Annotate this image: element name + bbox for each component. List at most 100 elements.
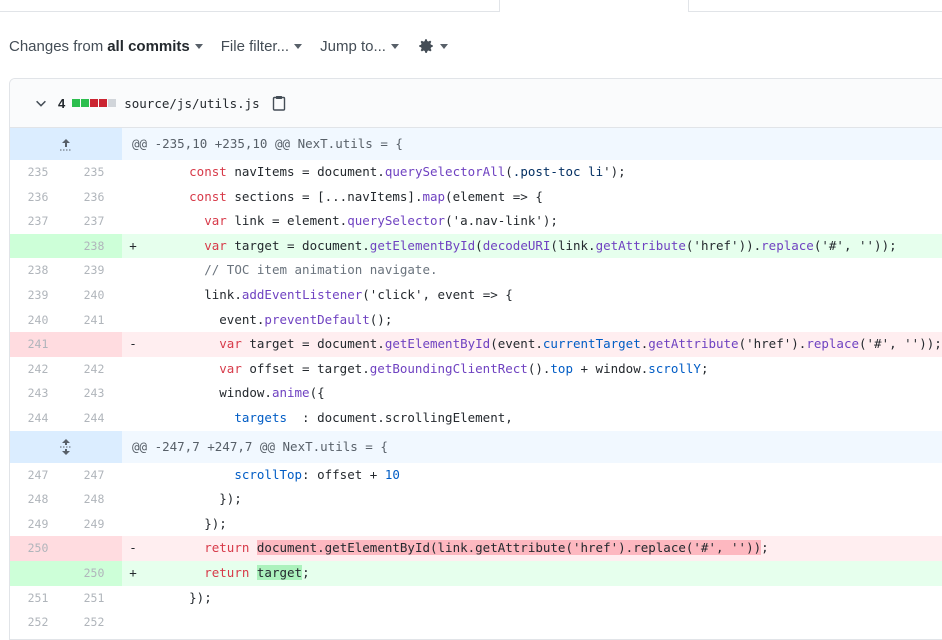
- file-path[interactable]: source/js/utils.js: [124, 96, 259, 111]
- code-token: target = document.: [226, 237, 370, 253]
- context-line: 248 248 });: [10, 487, 942, 512]
- diff-marker: [122, 406, 144, 431]
- new-line-number[interactable]: 235: [66, 160, 122, 185]
- old-line-number[interactable]: 239: [10, 283, 66, 308]
- diff-marker: [122, 160, 144, 185]
- new-line-number[interactable]: 247: [66, 463, 122, 488]
- old-line-number[interactable]: [10, 233, 66, 259]
- old-line-number[interactable]: 248: [10, 487, 66, 512]
- chevron-down-icon[interactable]: [34, 96, 48, 110]
- deleted-line: 250 - return document.getElementById(link…: [10, 536, 942, 561]
- top-tab-right[interactable]: [688, 0, 942, 12]
- old-line-number[interactable]: 251: [10, 586, 66, 611]
- code-token: const: [189, 164, 227, 179]
- code-content: link.addEventListener('click', event => …: [144, 283, 942, 308]
- file-filter-dropdown[interactable]: File filter...: [221, 38, 303, 55]
- diff-marker: [122, 610, 144, 635]
- code-token: // TOC item animation navigate.: [204, 262, 438, 278]
- jump-to-dropdown[interactable]: Jump to...: [320, 38, 399, 55]
- code-token: (link.: [550, 237, 596, 253]
- new-line-number[interactable]: 238: [66, 233, 122, 259]
- code-token: ({: [309, 385, 325, 401]
- new-line-number[interactable]: [66, 536, 122, 561]
- jump-to-label: Jump to...: [320, 37, 386, 55]
- expand-both-button[interactable]: [10, 430, 122, 463]
- old-line-number[interactable]: 237: [10, 209, 66, 234]
- new-line-number[interactable]: 251: [66, 586, 122, 611]
- old-line-number[interactable]: 243: [10, 381, 66, 406]
- clipboard-icon[interactable]: [272, 95, 286, 111]
- deleted-line: 241 - var target = document.getElementByI…: [10, 332, 942, 357]
- code-token: ();: [369, 311, 393, 327]
- expand-up-button[interactable]: [10, 128, 122, 160]
- diff-table: @@ -235,10 +235,10 @@ NexT.utils = {235 2…: [10, 128, 942, 635]
- context-line: 252 252: [10, 610, 942, 635]
- old-line-number[interactable]: 244: [10, 406, 66, 431]
- new-line-number[interactable]: [66, 332, 122, 357]
- code-token: });: [144, 589, 212, 605]
- diffstat-block: [99, 99, 108, 107]
- diff-marker: [122, 487, 144, 512]
- changes-from-dropdown[interactable]: Changes from all commits: [9, 38, 203, 55]
- code-token: ('click', event => {: [362, 286, 513, 302]
- new-line-number[interactable]: 242: [66, 357, 122, 382]
- file-header: 4 source/js/utils.js: [10, 79, 942, 128]
- new-line-number[interactable]: 241: [66, 308, 122, 333]
- context-line: 239 240 link.addEventListener('click', ev…: [10, 283, 942, 308]
- code-token: replace: [806, 336, 859, 352]
- caret-down-icon: [194, 43, 203, 49]
- new-line-number[interactable]: 250: [66, 560, 122, 586]
- code-token: (element => {: [445, 188, 543, 204]
- code-token: top: [550, 360, 573, 376]
- hunk-header-text: @@ -247,7 +247,7 @@ NexT.utils = {: [132, 438, 388, 454]
- old-line-number[interactable]: 238: [10, 258, 66, 283]
- code-content: });: [144, 512, 942, 537]
- top-tab-left[interactable]: [0, 0, 500, 12]
- old-line-number[interactable]: 250: [10, 536, 66, 561]
- code-token: getAttribute: [648, 336, 739, 352]
- code-token: target = document.: [241, 336, 385, 352]
- code-token: var: [204, 213, 227, 229]
- code-token: var: [219, 360, 242, 376]
- new-line-number[interactable]: 252: [66, 610, 122, 635]
- new-line-number[interactable]: 236: [66, 185, 122, 210]
- code-token: 10: [384, 466, 400, 482]
- code-token: + window.: [572, 360, 649, 376]
- code-token: getBoundingClientRect: [369, 360, 528, 376]
- hunk-header: @@ -247,7 +247,7 @@ NexT.utils = {: [10, 430, 942, 463]
- old-line-number[interactable]: 249: [10, 512, 66, 537]
- code-token: (: [475, 237, 483, 253]
- new-line-number[interactable]: 243: [66, 381, 122, 406]
- caret-down-icon: [439, 43, 448, 49]
- old-line-number[interactable]: 252: [10, 610, 66, 635]
- context-line: 251 251 });: [10, 586, 942, 611]
- settings-dropdown[interactable]: [417, 37, 448, 55]
- new-line-number[interactable]: 249: [66, 512, 122, 537]
- diff-marker: -: [129, 336, 137, 352]
- new-line-number[interactable]: 248: [66, 487, 122, 512]
- old-line-number[interactable]: 235: [10, 160, 66, 185]
- new-line-number[interactable]: 237: [66, 209, 122, 234]
- old-line-number[interactable]: 247: [10, 463, 66, 488]
- old-line-number[interactable]: 240: [10, 308, 66, 333]
- diff-marker: [122, 185, 144, 210]
- new-line-number[interactable]: 244: [66, 406, 122, 431]
- code-content: targets : document.scrollingElement,: [144, 406, 942, 431]
- old-line-number[interactable]: 242: [10, 357, 66, 382]
- new-line-number[interactable]: 240: [66, 283, 122, 308]
- context-line: 243 243 window.anime({: [10, 381, 942, 406]
- old-line-number[interactable]: [10, 560, 66, 586]
- old-line-number[interactable]: 236: [10, 185, 66, 210]
- diff-marker: [122, 463, 144, 488]
- new-line-number[interactable]: 239: [66, 258, 122, 283]
- old-line-number[interactable]: 241: [10, 332, 66, 357]
